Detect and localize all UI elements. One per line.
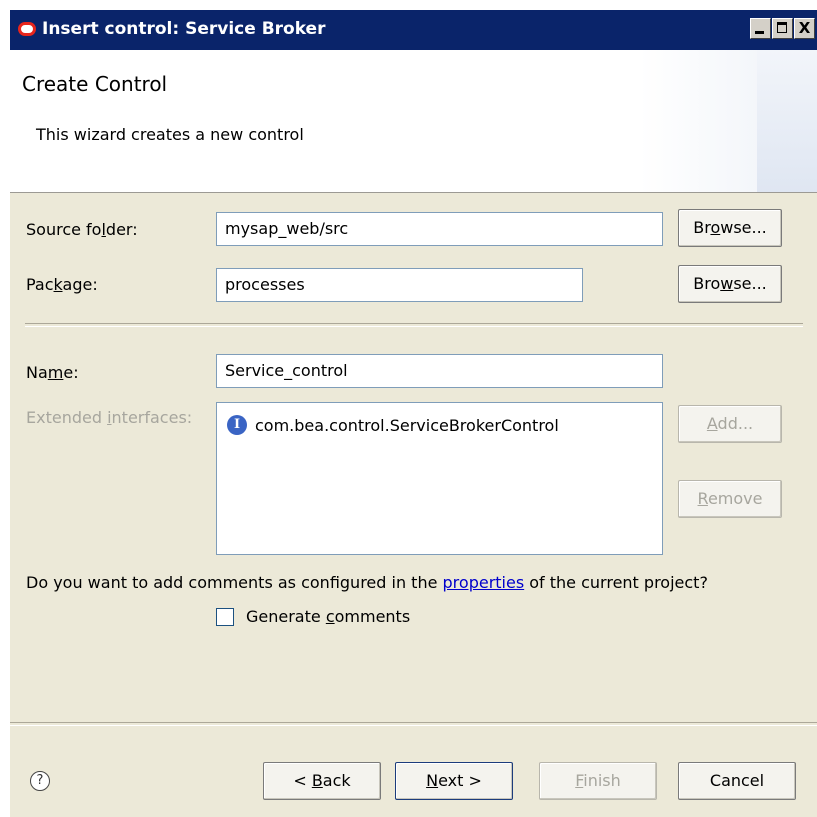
title-bar: Insert control: Service Broker X (10, 10, 817, 50)
minimize-button[interactable] (750, 18, 771, 39)
properties-link[interactable]: properties (443, 573, 525, 592)
source-folder-browse-button[interactable]: Browse... (678, 209, 782, 247)
label-text: Source fo (26, 220, 102, 239)
label-text: der: (105, 220, 138, 239)
next-button[interactable]: Next > (395, 762, 513, 800)
page-description: This wizard creates a new control (36, 125, 304, 144)
add-interface-button[interactable]: Add... (678, 405, 782, 443)
separator (25, 323, 803, 327)
mnemonic: c (325, 607, 335, 626)
label-text: nterfaces: (111, 408, 193, 427)
label-text: wse... (720, 218, 767, 237)
label-text: Extended (26, 408, 108, 427)
insert-control-dialog: Insert control: Service Broker X Create … (10, 10, 817, 817)
mnemonic: R (697, 489, 708, 508)
extended-interfaces-list[interactable]: I com.bea.control.ServiceBrokerControl (216, 402, 663, 555)
label-text: Br (693, 218, 711, 237)
name-input[interactable]: Service_control (216, 354, 663, 388)
mnemonic: m (47, 363, 64, 382)
help-icon[interactable]: ? (30, 771, 50, 791)
extended-interfaces-label: Extended interfaces: (26, 408, 192, 427)
package-browse-button[interactable]: Browse... (678, 265, 782, 303)
cancel-button[interactable]: Cancel (678, 762, 796, 800)
maximize-button[interactable] (772, 18, 793, 39)
label-text: emove (707, 489, 763, 508)
page-title: Create Control (22, 72, 168, 96)
list-item[interactable]: I com.bea.control.ServiceBrokerControl (227, 415, 559, 435)
label-text: dd... (717, 414, 754, 433)
close-button[interactable]: X (794, 18, 815, 39)
label-text: Na (26, 363, 48, 382)
finish-button[interactable]: Finish (539, 762, 657, 800)
list-item-label: com.bea.control.ServiceBrokerControl (255, 415, 559, 435)
mnemonic: B (311, 771, 323, 790)
label-text: Bro (693, 274, 721, 293)
interface-icon: I (227, 415, 247, 435)
label-text: age: (62, 275, 98, 294)
label-text: < (293, 771, 312, 790)
label-text: omments (334, 607, 411, 626)
mnemonic: w (720, 274, 734, 293)
label-text: se... (733, 274, 767, 293)
comments-question: Do you want to add comments as configure… (26, 573, 708, 592)
mnemonic: A (706, 414, 718, 433)
label-text: Generate (246, 607, 326, 626)
back-button[interactable]: < Back (263, 762, 381, 800)
oracle-logo-icon (18, 22, 36, 36)
generate-comments-label[interactable]: Generate comments (246, 607, 410, 626)
source-folder-input[interactable]: mysap_web/src (216, 212, 663, 246)
label-text: inish (583, 771, 621, 790)
mnemonic: N (426, 771, 439, 790)
label-text: Do you want to add comments as configure… (26, 573, 443, 592)
mnemonic: o (710, 218, 721, 237)
label-text: Pac (26, 275, 54, 294)
remove-interface-button[interactable]: Remove (678, 480, 782, 518)
label-text: ack (322, 771, 351, 790)
mnemonic: k (53, 275, 63, 294)
wizard-header: Create Control This wizard creates a new… (10, 50, 817, 193)
package-label: Package: (26, 275, 98, 294)
label-text: ext > (438, 771, 482, 790)
label-text: e: (63, 363, 79, 382)
window-title: Insert control: Service Broker (42, 19, 326, 39)
window-controls: X (749, 18, 815, 39)
package-input[interactable]: processes (216, 268, 583, 302)
source-folder-label: Source folder: (26, 220, 138, 239)
label-text: of the current project? (524, 573, 708, 592)
header-banner-graphic (757, 50, 817, 192)
generate-comments-checkbox[interactable] (216, 608, 234, 626)
name-label: Name: (26, 363, 79, 382)
footer-separator (10, 722, 817, 726)
